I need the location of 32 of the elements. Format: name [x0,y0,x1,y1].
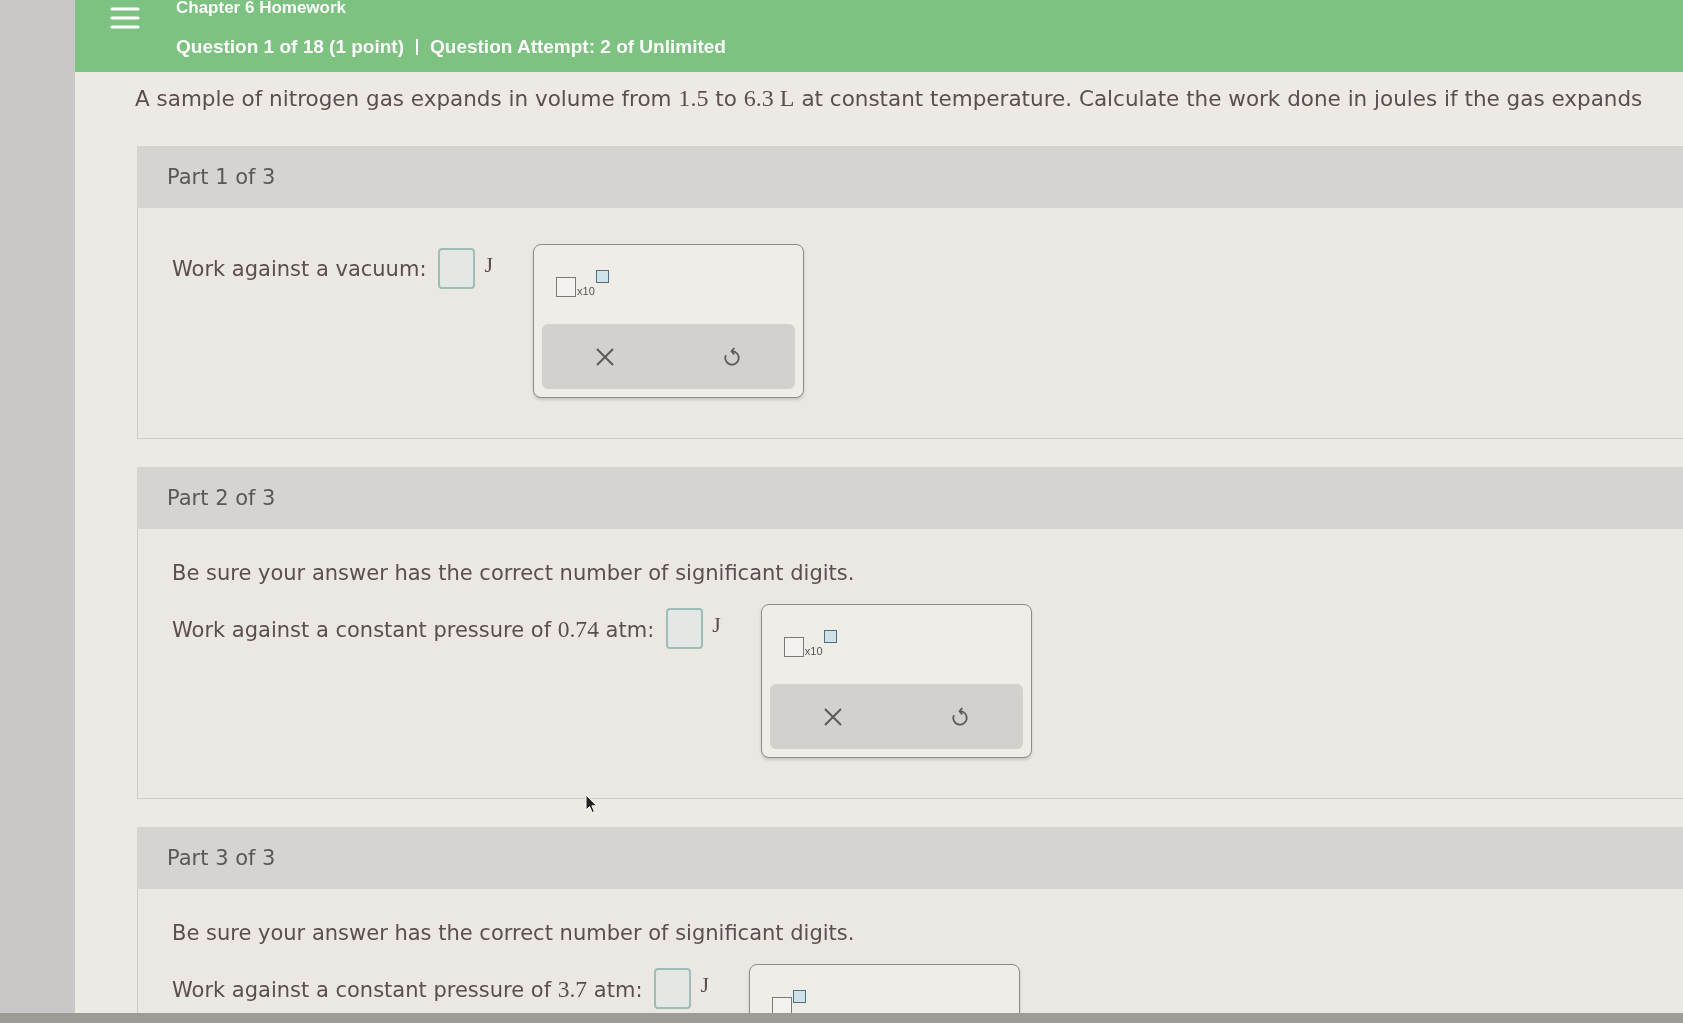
assignment-title: Chapter 6 Homework [176,0,348,17]
part-title: Part 1 of 3 [167,165,276,189]
answer-label: Work against a constant pressure of 3.7 atm: [172,976,643,1004]
answer-field[interactable] [666,608,704,649]
cross-icon [596,346,615,367]
cross-icon [824,706,842,727]
answer-label: Work against a constant pressure of 0.74 atm: [172,616,655,644]
box-icon [556,277,576,297]
instruction-text: Be sure your answer has the correct number of significant digits. [172,920,856,947]
answer-label: Work against a vacuum: [172,256,427,283]
superscript-box-icon [793,990,806,1003]
question-text: A sample of nitrogen gas expands in volume from 1.5 to 6.3 L at constant temperature. Calculate the work done in joules if the gas expands [135,85,1644,112]
part-title: Part 2 of 3 [167,486,276,510]
unit-label: J [700,972,709,998]
superscript-box-icon [595,270,609,283]
undo-icon [722,346,741,367]
undo-icon [950,706,969,727]
box-icon [783,637,804,657]
unit-label: J [712,612,721,638]
mouse-pointer-icon [585,794,598,814]
attempt-counter: Question Attempt: 2 of Unlimited [430,35,726,59]
superscript-box-icon [823,630,837,643]
instruction-text: Be sure your answer has the correct number of significant digits. [172,560,856,587]
answer-field[interactable] [438,248,476,289]
scientific-notation-button[interactable]: x10 [556,270,609,297]
answer-field[interactable] [654,968,692,1009]
question-counter: Question 1 of 18 (1 point) [176,35,404,59]
scientific-notation-button[interactable]: x10 [783,630,837,657]
scientific-notation-button[interactable] [772,990,806,1013]
part-title: Part 3 of 3 [167,846,276,870]
menu-icon[interactable] [110,7,140,29]
unit-label: J [484,252,493,278]
